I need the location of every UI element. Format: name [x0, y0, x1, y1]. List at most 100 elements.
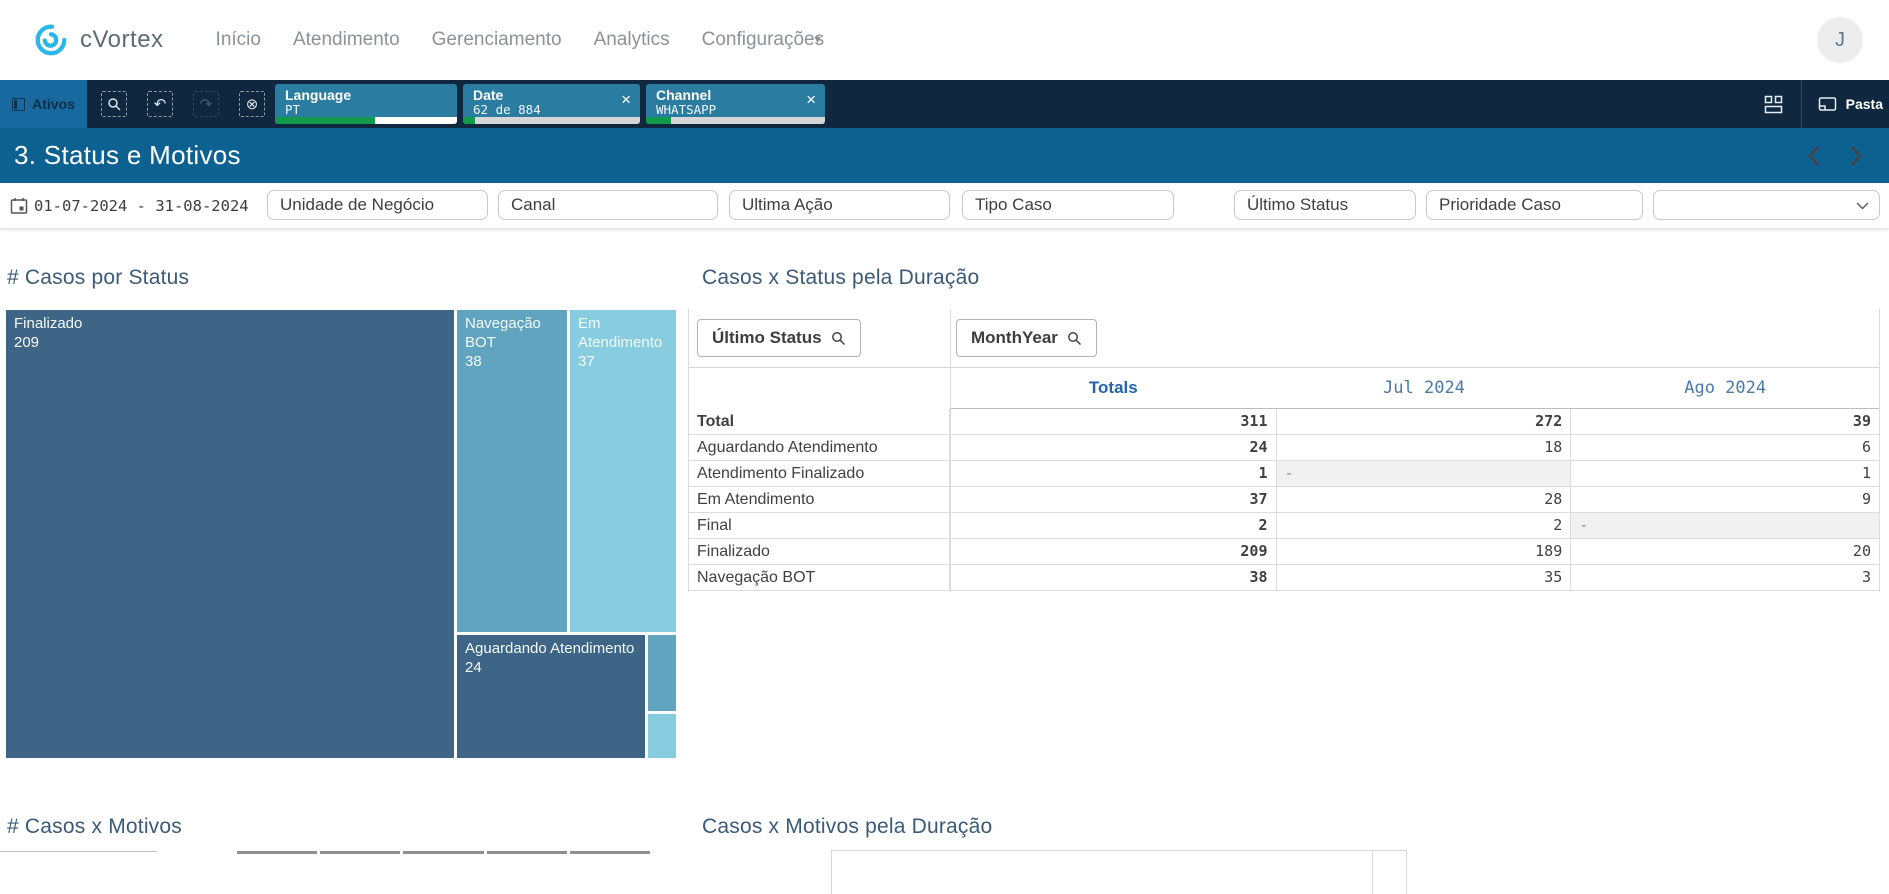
bar-top-fragment [237, 851, 317, 854]
filter-box-tipo-caso[interactable]: Tipo Caso [962, 190, 1174, 220]
chevron-down-icon[interactable]: ▼ [812, 34, 823, 46]
treemap-label-value: 24 [465, 659, 637, 678]
filter-select[interactable] [1653, 190, 1880, 220]
pivot-row-label[interactable]: Atendimento Finalizado [689, 461, 950, 486]
pivot-row-label[interactable]: Aguardando Atendimento [689, 435, 950, 460]
filter-box-ultima-acao[interactable]: Ultima Ação [729, 190, 950, 220]
pivot-cell: 2 [1277, 513, 1572, 538]
calendar-icon [10, 197, 28, 215]
bar-top-fragment [320, 851, 400, 854]
sheet-title: 3. Status e Motivos [14, 140, 241, 171]
treemap-label-name: Aguardando Atendimento [465, 640, 637, 659]
top-navbar: cVortex Início Atendimento Gerenciamento An… [0, 0, 1889, 80]
treemap-rect-atendimento-finalizado[interactable] [648, 714, 676, 758]
rest-segment [671, 117, 825, 124]
pivot-row-label[interactable]: Em Atendimento [689, 487, 950, 512]
nav-item-atendimento[interactable]: Atendimento [293, 29, 400, 51]
treemap-label-name: Finalizado [14, 315, 446, 334]
tab-ativos[interactable]: Ativos [0, 80, 87, 128]
filter-bar: 01-07-2024 - 31-08-2024 ▼ Unidade de Neg… [0, 183, 1889, 228]
close-icon[interactable]: × [806, 91, 816, 108]
chevron-left-icon[interactable] [1807, 144, 1821, 168]
pivot-cell: 272 [1277, 409, 1572, 434]
chip-title: Channel [656, 88, 815, 103]
sheet-title-bar: 3. Status e Motivos [0, 128, 1889, 183]
sheet-navigation [1807, 144, 1863, 168]
chip-value: 62 de 884 [473, 103, 630, 117]
chevron-down-icon [1856, 202, 1869, 210]
treemap-rect-em-atendimento[interactable]: Em Atendimento37 [570, 310, 676, 632]
pivot-cell: 2 [950, 513, 1277, 538]
treemap-label: Aguardando Atendimento24 [457, 635, 645, 683]
pivot-cell: 1 [950, 461, 1277, 486]
pivot-cell: 18 [1277, 435, 1572, 460]
pivot-row-label[interactable]: Navegação BOT [689, 565, 950, 590]
chip-title: Language [285, 88, 447, 103]
date-range-picker[interactable]: 01-07-2024 - 31-08-2024 ▼ [10, 197, 276, 215]
treemap-label-value: 38 [465, 353, 559, 372]
pasta-button[interactable]: Pasta [1801, 80, 1889, 128]
pivot-cell: 35 [1277, 565, 1572, 590]
cvortex-logo-icon [32, 21, 70, 59]
pivot-row-label[interactable]: Finalizado [689, 539, 950, 564]
pivot-header-zone: Último Status MonthYear [689, 309, 1879, 368]
nav-item-inicio[interactable]: Início [216, 29, 261, 51]
close-icon[interactable]: × [621, 91, 631, 108]
selected-segment [275, 117, 375, 124]
selection-bar [275, 117, 457, 124]
chip-title: Date [473, 88, 630, 103]
rest-segment [375, 117, 457, 124]
pivot-cell: 9 [1571, 487, 1879, 512]
filter-chip-date[interactable]: Date62 de 884× [463, 84, 640, 124]
selection-chips: LanguagePTDate62 de 884×ChannelWHATSAPP× [275, 80, 825, 128]
filter-chip-channel[interactable]: ChannelWHATSAPP× [646, 84, 825, 124]
undo-icon: ↶ [154, 95, 167, 113]
pivot-column-header-ago-2024[interactable]: Ago 2024 [1571, 368, 1879, 408]
pivot-row-label[interactable]: Total [689, 409, 950, 434]
chip-value: PT [285, 103, 447, 117]
pivot-row-label[interactable]: Final [689, 513, 950, 538]
pivot-row-finalizado: Finalizado20918920 [689, 539, 1879, 565]
filter-box-ultimo-status[interactable]: Último Status [1234, 190, 1416, 220]
pivot-title: Casos x Status pela Duração [702, 266, 979, 290]
pivot-row-navegacao-bot: Navegação BOT38353 [689, 565, 1879, 591]
sheet-grid-button[interactable] [1746, 80, 1801, 128]
avatar[interactable]: J [1817, 17, 1863, 63]
pivot-row-aguardando-atendimento: Aguardando Atendimento24186 [689, 435, 1879, 461]
treemap-rect-aguardando-atendimento[interactable]: Aguardando Atendimento24 [457, 635, 645, 758]
filter-box-unidade-de-negocio[interactable]: Unidade de Negócio [267, 190, 488, 220]
filter-box-prioridade-caso[interactable]: Prioridade Caso [1426, 190, 1643, 220]
pivot-column-header-jul-2024[interactable]: Jul 2024 [1277, 368, 1572, 408]
pivot-rows: Total31127239Aguardando Atendimento24186… [689, 409, 1879, 591]
column-dimension-button[interactable]: MonthYear [956, 319, 1097, 357]
chevron-right-icon[interactable] [1849, 144, 1863, 168]
treemap-label: Finalizado209 [6, 310, 454, 358]
cvortex-logo[interactable]: cVortex [32, 21, 164, 59]
nav-item-configuracoes[interactable]: Configurações [702, 29, 825, 51]
bottom-right-table-fragment [831, 850, 1407, 894]
tab-ativos-label: Ativos [32, 96, 75, 112]
main-menu: Início Atendimento Gerenciamento Analytics C… [216, 29, 825, 51]
pivot-cell: 209 [950, 539, 1277, 564]
search-selections-button[interactable] [101, 91, 127, 117]
nav-item-analytics[interactable]: Analytics [594, 29, 670, 51]
treemap-label: Em Atendimento37 [570, 310, 676, 376]
logo-text: cVortex [80, 26, 164, 54]
selection-tools: ↶ ↷ ⊗ [101, 80, 265, 128]
step-back-button[interactable]: ↶ [147, 91, 173, 117]
treemap-rect-navegacao-bot[interactable]: Navegação BOT38 [457, 310, 567, 632]
treemap-title: # Casos por Status [7, 266, 189, 290]
step-forward-button[interactable]: ↷ [193, 91, 219, 117]
redo-icon: ↷ [200, 95, 213, 113]
treemap-rect-finalizado[interactable]: Finalizado209 [6, 310, 454, 758]
nav-item-gerenciamento[interactable]: Gerenciamento [432, 29, 562, 51]
treemap-label-name: Em Atendimento [578, 315, 668, 353]
pivot-column-header-totals[interactable]: Totals [950, 368, 1277, 408]
clear-selections-button[interactable]: ⊗ [239, 91, 265, 117]
pivot-cell: 39 [1571, 409, 1879, 434]
pivot-cell: 38 [950, 565, 1277, 590]
filter-box-canal[interactable]: Canal [498, 190, 718, 220]
row-dimension-button[interactable]: Último Status [697, 319, 861, 357]
filter-chip-language[interactable]: LanguagePT [275, 84, 457, 124]
treemap-rect-final[interactable] [648, 635, 676, 711]
